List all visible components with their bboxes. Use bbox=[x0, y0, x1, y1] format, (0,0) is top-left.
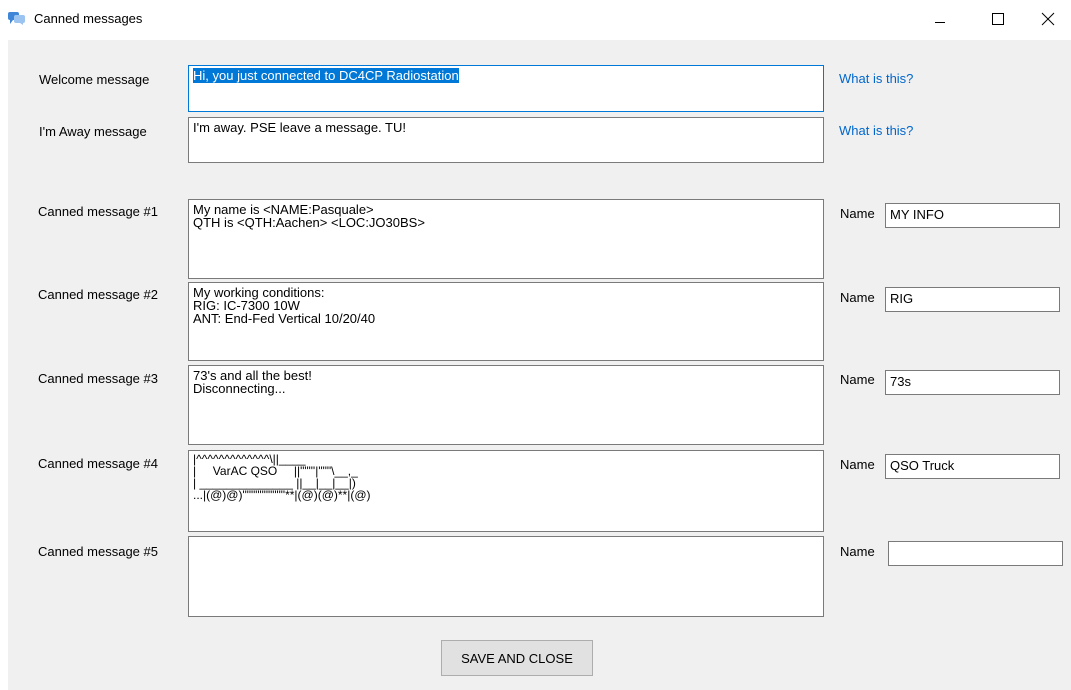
canned-message-4-name-field[interactable]: QSO Truck bbox=[885, 454, 1060, 479]
canned-message-5-label: Canned message #5 bbox=[38, 544, 158, 559]
canned-message-5-name-label: Name bbox=[840, 544, 875, 559]
canned-message-1-field[interactable]: My name is <NAME:Pasquale> QTH is <QTH:A… bbox=[188, 199, 824, 279]
canned-message-5-name-field[interactable] bbox=[888, 541, 1063, 566]
minimize-button[interactable] bbox=[917, 0, 963, 38]
canned-message-5-field[interactable] bbox=[188, 536, 824, 617]
close-button[interactable] bbox=[1025, 0, 1071, 38]
canned-message-2-name-field[interactable]: RIG bbox=[885, 287, 1060, 312]
welcome-message-field[interactable]: Hi, you just connected to DC4CP Radiosta… bbox=[188, 65, 824, 112]
canned-message-2-label: Canned message #2 bbox=[38, 287, 158, 302]
canned-message-4-label: Canned message #4 bbox=[38, 456, 158, 471]
welcome-message-text: Hi, you just connected to DC4CP Radiosta… bbox=[193, 68, 459, 83]
away-what-is-this-link[interactable]: What is this? bbox=[839, 123, 913, 138]
welcome-message-label: Welcome message bbox=[39, 72, 150, 87]
close-icon bbox=[1041, 12, 1055, 26]
canned-message-4-field[interactable]: |^^^^^^^^^^^^^\||____ | VarAC QSO ||"""'… bbox=[188, 450, 824, 532]
dialog-client-area: Welcome message Hi, you just connected t… bbox=[8, 40, 1071, 690]
canned-message-1-label: Canned message #1 bbox=[38, 204, 158, 219]
maximize-icon bbox=[992, 13, 1004, 25]
welcome-what-is-this-link[interactable]: What is this? bbox=[839, 71, 913, 86]
chat-bubbles-icon bbox=[8, 11, 26, 25]
canned-message-1-name-field[interactable]: MY INFO bbox=[885, 203, 1060, 228]
title-bar: Canned messages bbox=[0, 0, 1071, 38]
canned-message-3-name-field[interactable]: 73s bbox=[885, 370, 1060, 395]
away-message-field[interactable]: I'm away. PSE leave a message. TU! bbox=[188, 117, 824, 163]
canned-message-3-field[interactable]: 73's and all the best! Disconnecting... bbox=[188, 365, 824, 445]
canned-message-2-name-label: Name bbox=[840, 290, 875, 305]
away-message-label: I'm Away message bbox=[39, 124, 147, 139]
minimize-icon bbox=[935, 22, 945, 23]
canned-message-2-field[interactable]: My working conditions: RIG: IC-7300 10W … bbox=[188, 282, 824, 361]
maximize-button[interactable] bbox=[975, 0, 1021, 38]
window-title: Canned messages bbox=[34, 11, 143, 26]
canned-message-1-name-label: Name bbox=[840, 206, 875, 221]
canned-message-4-name-label: Name bbox=[840, 457, 875, 472]
canned-message-3-label: Canned message #3 bbox=[38, 371, 158, 386]
canned-message-3-name-label: Name bbox=[840, 372, 875, 387]
save-and-close-button[interactable]: SAVE AND CLOSE bbox=[441, 640, 593, 676]
